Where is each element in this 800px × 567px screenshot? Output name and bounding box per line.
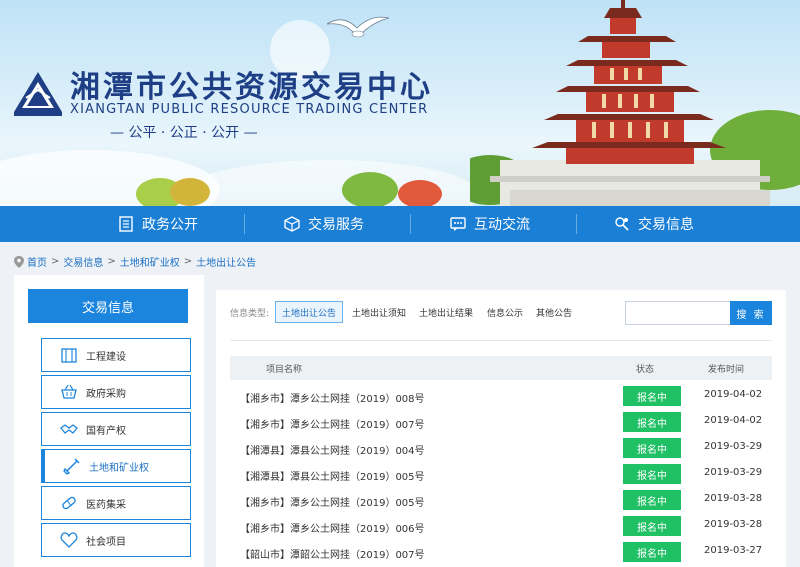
column-header-status: 状态 [636, 365, 655, 375]
project-name-link[interactable]: 【湘乡市】潭乡公土网挂（2019）007号 [240, 416, 425, 431]
nav-item-government-affairs[interactable]: 政务公开 [118, 206, 198, 242]
sidebar-item-state-assets[interactable]: 国有产权 [41, 412, 191, 446]
nav-item-trading-services[interactable]: 交易服务 [284, 206, 364, 242]
nav-item-interaction[interactable]: 互动交流 [450, 206, 530, 242]
table-row[interactable]: 【湘乡市】潭乡公土网挂（2019）007号 报名中 2019-04-02 [230, 410, 772, 436]
breadcrumb-trading-info[interactable]: 交易信息 [63, 254, 103, 269]
publish-date: 2019-03-28 [704, 493, 763, 504]
publish-date: 2019-03-29 [704, 441, 763, 452]
breadcrumb-separator: > [107, 256, 116, 267]
table-header: 项目名称 状态 发布时间 [230, 356, 772, 380]
table-row[interactable]: 【湘乡市】潭乡公土网挂（2019）005号 报名中 2019-03-28 [230, 488, 772, 514]
breadcrumb: 首页 > 交易信息 > 土地和矿业权 > 土地出让公告 [14, 254, 260, 269]
sidebar: 交易信息 工程建设 政府采购 国有产权 土地和矿业权 医药集采 社会项目 [14, 275, 204, 567]
search-input[interactable] [625, 301, 731, 325]
breadcrumb-land-notice[interactable]: 土地出让公告 [196, 254, 256, 269]
project-name-link[interactable]: 【湘乡市】潭乡公土网挂（2019）006号 [240, 520, 425, 535]
pagoda-tower-illustration [470, 0, 800, 206]
sidebar-item-label: 政府采购 [86, 388, 126, 400]
project-name-link[interactable]: 【湘潭县】潭县公土网挂（2019）005号 [240, 468, 425, 483]
document-list-icon [119, 216, 133, 232]
sidebar-item-procurement[interactable]: 政府采购 [41, 375, 191, 409]
sidebar-item-label: 医药集采 [86, 499, 126, 511]
basket-icon [61, 384, 77, 399]
building-icon [61, 348, 77, 363]
sidebar-item-label: 国有产权 [86, 425, 126, 437]
filter-tab-other[interactable]: 其他公告 [530, 301, 578, 323]
project-name-link[interactable]: 【湘潭县】潭县公土网挂（2019）004号 [240, 442, 425, 457]
divider [230, 340, 772, 341]
column-header-date: 发布时间 [708, 365, 745, 375]
nav-item-trading-info[interactable]: 交易信息 [614, 206, 694, 242]
breadcrumb-land-mining[interactable]: 土地和矿业权 [120, 254, 180, 269]
project-name-link[interactable]: 【湘乡市】潭乡公土网挂（2019）005号 [240, 494, 425, 509]
filter-tab-land-terms[interactable]: 土地出让须知 [346, 301, 412, 323]
shovel-icon [63, 458, 80, 475]
location-pin-icon [14, 255, 24, 268]
breadcrumb-separator: > [51, 256, 60, 267]
status-badge: 报名中 [623, 542, 681, 562]
filter-label: 信息类型: [230, 309, 270, 319]
nav-label: 政务公开 [142, 217, 198, 233]
nav-divider [576, 214, 577, 234]
status-badge: 报名中 [623, 490, 681, 510]
sidebar-item-social-projects[interactable]: 社会项目 [41, 523, 191, 557]
filter-tab-info-public[interactable]: 信息公示 [481, 301, 529, 323]
status-badge: 报名中 [623, 386, 681, 406]
sidebar-item-land-mining[interactable]: 土地和矿业权 [41, 449, 191, 483]
table-row[interactable]: 【湘乡市】潭乡公土网挂（2019）008号 报名中 2019-04-02 [230, 384, 772, 410]
publish-date: 2019-04-02 [704, 389, 763, 400]
content-panel: 信息类型: 土地出让公告 土地出让须知 土地出让结果 信息公示 其他公告 搜 索… [216, 290, 786, 567]
column-header-name: 项目名称 [266, 365, 303, 375]
publish-date: 2019-03-28 [704, 519, 763, 530]
handshake-icon [60, 424, 78, 434]
heart-icon [60, 532, 78, 548]
trees-decoration [136, 172, 442, 206]
filter-tab-land-notice[interactable]: 土地出让公告 [275, 301, 344, 323]
publish-date: 2019-04-02 [704, 415, 763, 426]
nav-label: 互动交流 [474, 217, 530, 233]
publish-date: 2019-03-29 [704, 467, 763, 478]
sidebar-item-engineering[interactable]: 工程建设 [41, 338, 191, 372]
status-badge: 报名中 [623, 438, 681, 458]
main-nav: 政务公开 交易服务 互动交流 交易信息 [0, 206, 800, 242]
nav-label: 交易信息 [638, 217, 694, 233]
chat-icon [450, 217, 466, 231]
breadcrumb-separator: > [183, 256, 193, 267]
table-row[interactable]: 【韶山市】潭韶公土网挂（2019）007号 报名中 2019-03-27 [230, 540, 772, 566]
site-slogan: — 公平 · 公正 · 公开 — [110, 125, 258, 141]
table-row[interactable]: 【湘潭县】潭县公土网挂（2019）005号 报名中 2019-03-29 [230, 462, 772, 488]
status-badge: 报名中 [623, 516, 681, 536]
site-title: 湘潭市公共资源交易中心 [70, 70, 433, 105]
status-badge: 报名中 [623, 412, 681, 432]
table-row[interactable]: 【湘潭县】潭县公土网挂（2019）004号 报名中 2019-03-29 [230, 436, 772, 462]
nav-label: 交易服务 [308, 217, 364, 233]
search-people-icon [615, 217, 629, 231]
sidebar-item-label: 工程建设 [86, 351, 126, 363]
pill-icon [62, 496, 76, 510]
filter-tab-land-results[interactable]: 土地出让结果 [413, 301, 479, 323]
box-icon [284, 216, 300, 232]
sidebar-item-medicine[interactable]: 医药集采 [41, 486, 191, 520]
search-button[interactable]: 搜 索 [730, 301, 772, 325]
logo-mark-icon [14, 72, 62, 116]
header-banner: 湘潭市公共资源交易中心 XIANGTAN PUBLIC RESOURCE TRA… [0, 0, 800, 206]
table-row[interactable]: 【湘乡市】潭乡公土网挂（2019）006号 报名中 2019-03-28 [230, 514, 772, 540]
breadcrumb-home[interactable]: 首页 [27, 254, 47, 269]
site-title-english: XIANGTAN PUBLIC RESOURCE TRADING CENTER [70, 102, 429, 117]
nav-divider [244, 214, 245, 234]
status-badge: 报名中 [623, 464, 681, 484]
sidebar-item-label: 土地和矿业权 [89, 462, 149, 474]
project-name-link[interactable]: 【韶山市】潭韶公土网挂（2019）007号 [240, 546, 425, 561]
publish-date: 2019-03-27 [704, 545, 763, 556]
nav-divider [410, 214, 411, 234]
sidebar-title: 交易信息 [28, 289, 188, 323]
sidebar-item-label: 社会项目 [86, 536, 126, 548]
seagull-icon [326, 16, 390, 38]
project-name-link[interactable]: 【湘乡市】潭乡公土网挂（2019）008号 [240, 390, 425, 405]
